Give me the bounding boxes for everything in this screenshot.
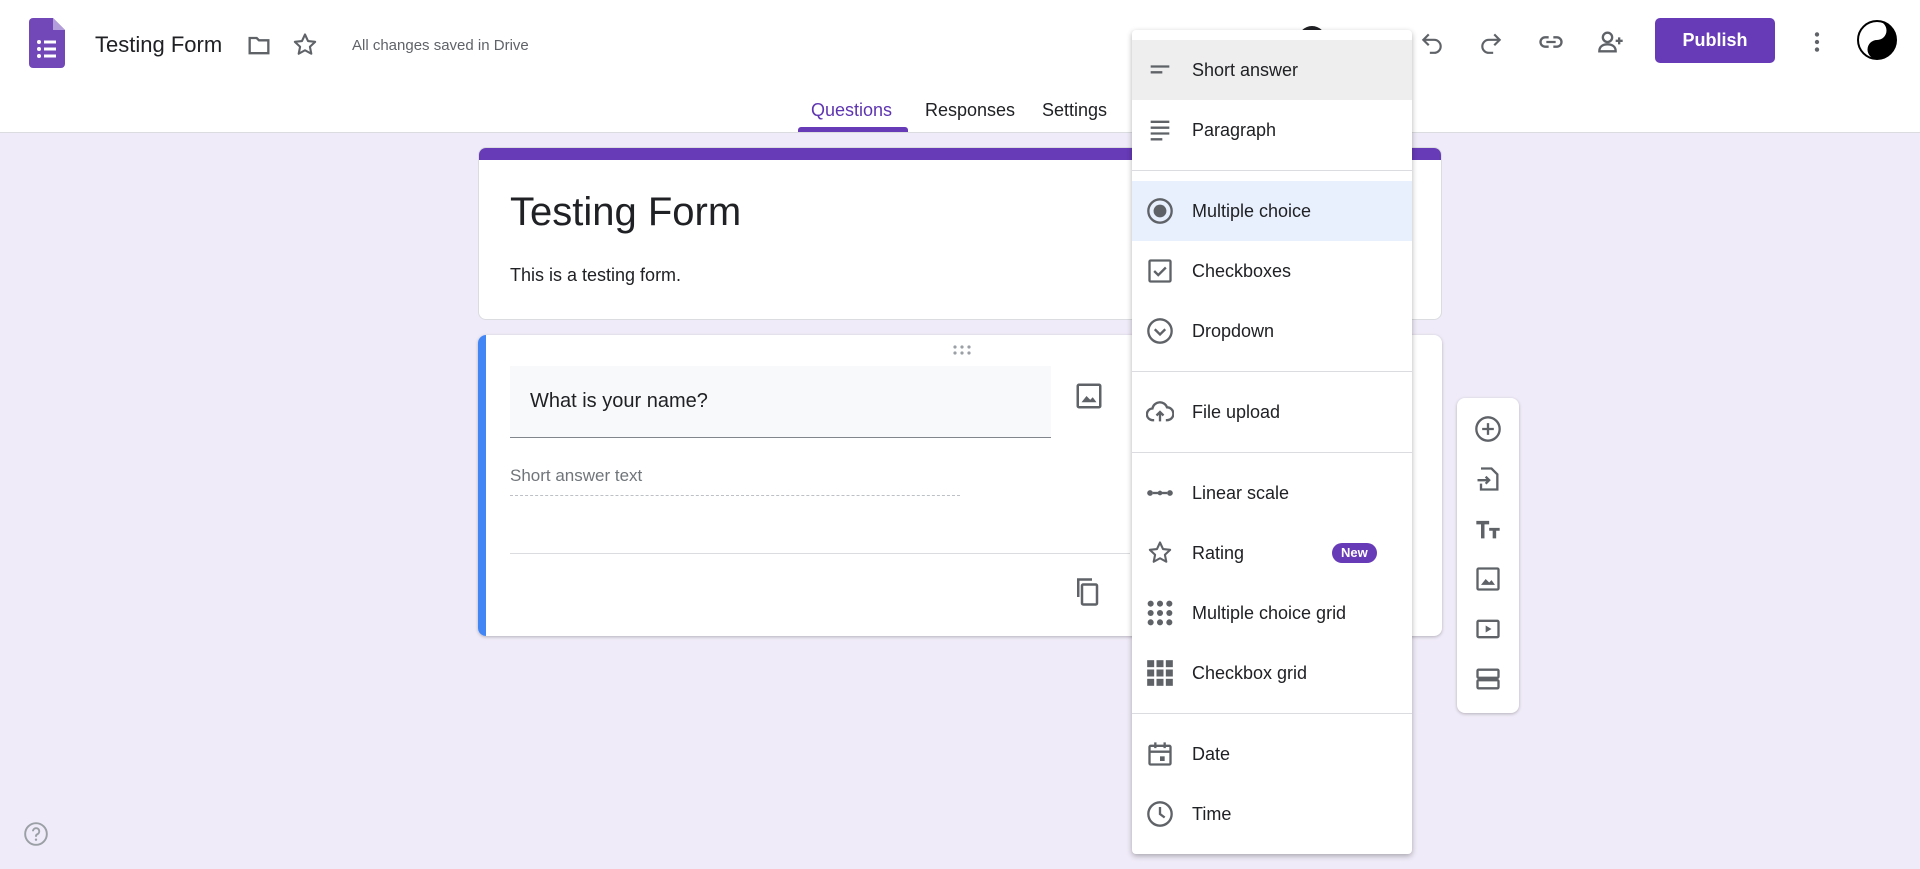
- floating-toolbar: [1457, 398, 1519, 713]
- menu-item-short-answer[interactable]: Short answer: [1132, 40, 1412, 100]
- menu-item-linear-scale[interactable]: Linear scale: [1132, 463, 1412, 523]
- link-icon[interactable]: [1534, 25, 1568, 59]
- forms-logo-icon[interactable]: [29, 18, 65, 68]
- dropdown-circle-icon: [1146, 317, 1174, 345]
- cloud-upload-icon: [1146, 398, 1174, 426]
- menu-item-label: Short answer: [1192, 59, 1299, 80]
- short-answer-icon: [1146, 56, 1174, 84]
- question-type-menu: Short answer Paragraph Multiple choice C…: [1132, 30, 1412, 854]
- paragraph-icon: [1146, 116, 1174, 144]
- menu-separator: [1132, 170, 1412, 171]
- add-image-icon[interactable]: [1473, 564, 1503, 594]
- add-title-icon[interactable]: [1473, 514, 1503, 544]
- doc-title[interactable]: Testing Form: [95, 32, 222, 58]
- menu-item-time[interactable]: Time: [1132, 784, 1412, 844]
- menu-item-date[interactable]: Date: [1132, 724, 1412, 784]
- menu-item-checkbox-grid[interactable]: Checkbox grid: [1132, 643, 1412, 703]
- menu-separator: [1132, 371, 1412, 372]
- question-title-input[interactable]: What is your name?: [510, 366, 1051, 438]
- menu-item-checkboxes[interactable]: Checkboxes: [1132, 241, 1412, 301]
- drag-handle-icon[interactable]: [950, 343, 974, 357]
- linear-scale-icon: [1146, 479, 1174, 507]
- menu-item-rating[interactable]: Rating New: [1132, 523, 1412, 583]
- save-status: All changes saved in Drive: [352, 37, 529, 54]
- menu-item-label: Linear scale: [1192, 482, 1290, 503]
- add-section-icon[interactable]: [1473, 664, 1503, 694]
- add-collaborator-icon[interactable]: [1594, 25, 1628, 59]
- dot-grid-icon: [1146, 599, 1174, 627]
- new-badge: New: [1332, 543, 1377, 563]
- star-icon[interactable]: [291, 31, 319, 59]
- menu-item-label: Rating: [1192, 542, 1245, 563]
- calendar-icon: [1146, 740, 1174, 768]
- more-vert-icon[interactable]: [1800, 25, 1834, 59]
- star-outline-icon: [1146, 539, 1174, 567]
- menu-item-label: Checkboxes: [1192, 260, 1292, 281]
- help-icon[interactable]: [23, 821, 49, 847]
- menu-item-multiple-choice-grid[interactable]: Multiple choice grid: [1132, 583, 1412, 643]
- menu-item-paragraph[interactable]: Paragraph: [1132, 100, 1412, 160]
- menu-item-label: Multiple choice: [1192, 200, 1312, 221]
- add-video-icon[interactable]: [1473, 614, 1503, 644]
- import-questions-icon[interactable]: [1473, 464, 1503, 494]
- add-image-icon[interactable]: [1074, 381, 1104, 411]
- menu-item-label: Checkbox grid: [1192, 662, 1308, 683]
- redo-icon[interactable]: [1474, 25, 1508, 59]
- avatar[interactable]: [1857, 20, 1897, 60]
- add-question-icon[interactable]: [1473, 414, 1503, 444]
- app-header: Testing Form All changes saved in Drive …: [0, 0, 1920, 133]
- tab-questions[interactable]: Questions: [811, 100, 892, 121]
- form-description[interactable]: This is a testing form.: [510, 265, 681, 286]
- menu-item-multiple-choice[interactable]: Multiple choice: [1132, 181, 1412, 241]
- undo-icon[interactable]: [1415, 25, 1449, 59]
- checkbox-icon: [1146, 257, 1174, 285]
- divider: [510, 553, 1130, 554]
- form-title[interactable]: Testing Form: [510, 190, 741, 235]
- menu-item-label: Date: [1192, 743, 1231, 764]
- menu-item-label: Paragraph: [1192, 119, 1277, 140]
- menu-item-label: Multiple choice grid: [1192, 602, 1347, 623]
- clock-icon: [1146, 800, 1174, 828]
- radio-button-icon: [1146, 197, 1174, 225]
- duplicate-icon[interactable]: [1072, 577, 1102, 607]
- tab-responses[interactable]: Responses: [925, 100, 1015, 121]
- square-grid-icon: [1146, 659, 1174, 687]
- menu-item-dropdown[interactable]: Dropdown: [1132, 301, 1412, 361]
- tab-settings[interactable]: Settings: [1042, 100, 1107, 121]
- menu-separator: [1132, 713, 1412, 714]
- menu-item-label: Dropdown: [1192, 320, 1275, 341]
- menu-item-label: Time: [1192, 803, 1232, 824]
- active-tab-indicator: [798, 127, 908, 132]
- menu-separator: [1132, 452, 1412, 453]
- folder-icon[interactable]: [245, 31, 273, 59]
- publish-button[interactable]: Publish: [1655, 18, 1775, 63]
- active-question-indicator: [478, 335, 486, 636]
- menu-item-file-upload[interactable]: File upload: [1132, 382, 1412, 442]
- menu-item-label: File upload: [1192, 401, 1281, 422]
- short-answer-placeholder: Short answer text: [510, 466, 960, 496]
